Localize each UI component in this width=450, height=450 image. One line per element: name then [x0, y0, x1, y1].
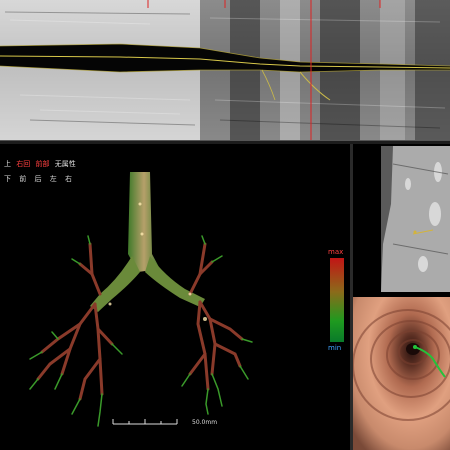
airway-viewer: 上 右回 前部 无属性 下 前 后 左 右 max min 50.0mm [0, 0, 450, 450]
virtual-endoscopy-view[interactable] [353, 297, 450, 450]
colorbar-max-label: max [328, 248, 344, 256]
curved-mpr-image [0, 0, 450, 140]
airway-tree-3d-view[interactable]: 上 右回 前部 无属性 下 前 后 左 右 max min 50.0mm [0, 144, 350, 450]
ct-slice-image [353, 144, 450, 295]
virtual-endoscopy-image [353, 297, 450, 450]
scale-bar [112, 419, 178, 425]
curved-mpr-view[interactable] [0, 0, 450, 140]
colorbar-min-label: min [328, 344, 342, 352]
bronchial-tree-icon [29, 172, 253, 427]
colorbar-gradient [330, 258, 344, 342]
scale-label: 50.0mm [192, 419, 218, 426]
colorbar-legend: max min [328, 248, 348, 354]
ct-slice-view[interactable] [353, 144, 450, 295]
